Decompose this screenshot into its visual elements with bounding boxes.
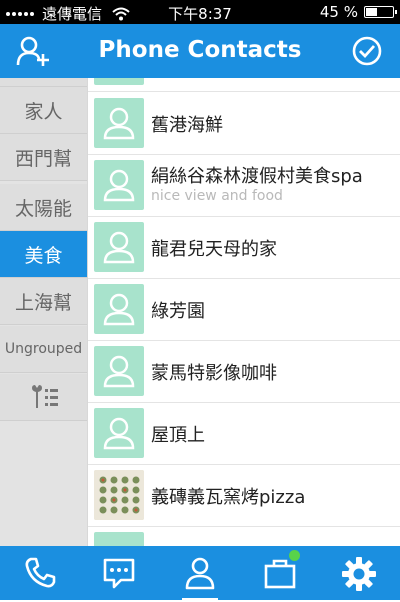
avatar — [94, 222, 144, 272]
phone-icon — [25, 557, 56, 588]
list-item[interactable]: 綠芳園 — [88, 279, 400, 341]
person-icon — [103, 231, 135, 264]
group-settings-button[interactable] — [0, 374, 87, 421]
list-item[interactable] — [88, 527, 400, 546]
avatar — [94, 346, 144, 396]
briefcase-icon — [264, 559, 296, 589]
contact-photo — [94, 470, 144, 520]
person-icon — [103, 169, 135, 202]
list-item[interactable] — [88, 78, 400, 92]
battery-percentage: 45 % — [319, 3, 358, 21]
contact-name: 蒙馬特影像咖啡 — [151, 363, 277, 384]
person-icon — [103, 355, 135, 388]
contact-name: 絹絲谷森林渡假村美食spa — [151, 166, 363, 187]
sidebar-item-label: 家人 — [24, 100, 63, 123]
contact-name: 義磚義瓦窯烤pizza — [151, 487, 306, 508]
list-item[interactable]: 龍君兒天母的家 — [88, 217, 400, 279]
sidebar-item-label: Ungrouped — [4, 341, 83, 357]
page-title: Phone Contacts — [98, 37, 302, 63]
tab-phone[interactable] — [20, 556, 60, 592]
list-item[interactable]: 舊港海鮮 — [88, 93, 400, 155]
settings-gear-icon — [342, 557, 376, 591]
avatar — [94, 284, 144, 334]
avatar — [94, 160, 144, 210]
group-sidebar: 家人 西門幫 太陽能 美食 上海幫 Ungrouped — [0, 78, 87, 546]
tab-bar — [0, 546, 400, 602]
avatar — [94, 78, 144, 85]
tab-contacts[interactable] — [180, 556, 220, 602]
menu-photo-image — [94, 470, 144, 520]
contact-name: 綠芳園 — [151, 301, 205, 322]
tab-briefcase[interactable] — [260, 550, 300, 592]
sidebar-item-partial[interactable] — [0, 78, 87, 87]
contact-name: 屋頂上 — [151, 425, 205, 446]
avatar — [94, 408, 144, 458]
sidebar-item-label: 西門幫 — [14, 147, 72, 170]
avatar — [94, 98, 144, 148]
list-item[interactable]: 蒙馬特影像咖啡 — [88, 341, 400, 403]
contact-name: 舊港海鮮 — [151, 115, 223, 136]
nav-bar: Phone Contacts — [0, 24, 400, 78]
sidebar-item-ungrouped[interactable]: Ungrouped — [0, 326, 87, 373]
checkmark-circle-icon — [352, 36, 382, 66]
sidebar-item-label: 美食 — [24, 244, 63, 267]
sidebar-item-food[interactable]: 美食 — [0, 231, 87, 278]
contact-note: nice view and food — [151, 188, 283, 204]
battery-icon — [364, 6, 397, 18]
contact-name: 龍君兒天母的家 — [151, 239, 277, 260]
list-item[interactable]: 義磚義瓦窯烤pizza — [88, 465, 400, 527]
sidebar-item-ximen[interactable]: 西門幫 — [0, 134, 87, 181]
avatar — [94, 532, 144, 546]
person-icon — [103, 293, 135, 326]
message-icon — [103, 558, 135, 589]
person-icon — [103, 417, 135, 450]
sidebar-item-solar[interactable]: 太陽能 — [0, 184, 87, 231]
list-item[interactable]: 屋頂上 — [88, 403, 400, 465]
notification-badge — [289, 550, 300, 561]
sidebar-item-label: 上海幫 — [14, 291, 72, 314]
sidebar-item-shanghai[interactable]: 上海幫 — [0, 278, 87, 325]
tab-messages[interactable] — [99, 556, 139, 592]
list-item[interactable]: 絹絲谷森林渡假村美食spa nice view and food — [88, 155, 400, 217]
contacts-icon — [185, 557, 215, 590]
status-bar: 遠傳電信 下午8:37 45 % — [0, 0, 400, 24]
contact-list[interactable]: 舊港海鮮 絹絲谷森林渡假村美食spa nice view and food 龍君… — [87, 78, 400, 546]
done-button[interactable] — [350, 35, 384, 67]
sidebar-item-label: 太陽能 — [14, 197, 72, 220]
sidebar-item-family[interactable]: 家人 — [0, 87, 87, 134]
tab-settings[interactable] — [339, 556, 379, 592]
group-settings-icon — [31, 385, 58, 408]
person-icon — [103, 107, 135, 140]
